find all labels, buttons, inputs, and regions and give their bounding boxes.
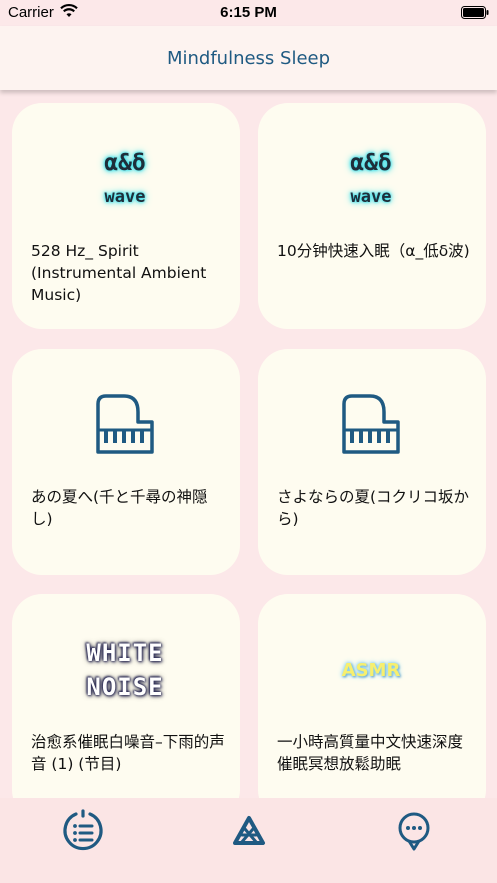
thumb-title: α&δ <box>350 150 392 176</box>
track-card[interactable]: あの夏へ(千と千尋の神隠し) <box>12 349 240 575</box>
triangle-logo-icon <box>233 816 265 845</box>
track-card[interactable]: WHITE NOISE 治愈系催眠白噪音–下雨的声音 (1) (节目) <box>12 594 240 798</box>
page-title: Mindfulness Sleep <box>166 47 331 69</box>
track-title: 一小時高質量中文快速深度催眠冥想放鬆助眠 <box>277 733 464 773</box>
track-card[interactable]: ASMR 一小時高質量中文快速深度催眠冥想放鬆助眠 <box>258 594 486 798</box>
alpha-delta-wave-icon: α&δ wave <box>310 123 432 235</box>
chat-icon <box>398 812 430 851</box>
thumb-title: α&δ <box>104 150 146 176</box>
alpha-delta-wave-icon: α&δ wave <box>64 123 186 235</box>
piano-icon <box>342 394 400 454</box>
status-time: 6:15 PM <box>220 4 277 21</box>
track-grid: α&δ wave 528 Hz_ Spirit (Instrumental Am… <box>0 90 497 798</box>
thumb-subtitle: NOISE <box>86 673 164 701</box>
list-icon <box>63 809 103 851</box>
status-bar: Carrier 6:15 PM <box>0 0 497 26</box>
track-title: 治愈系催眠白噪音–下雨的声音 (1) (节目) <box>31 733 225 773</box>
navigation-bar: Mindfulness Sleep <box>0 26 497 90</box>
tab-messages[interactable] <box>391 808 437 854</box>
thumb-title: ASMR <box>341 659 401 681</box>
battery-icon <box>461 6 489 19</box>
track-card[interactable]: さよならの夏(コクリコ坂から) <box>258 349 486 575</box>
piano-icon <box>96 394 154 454</box>
track-title: 528 Hz_ Spirit (Instrumental Ambient Mus… <box>31 242 207 304</box>
white-noise-icon: WHITE NOISE <box>64 614 186 726</box>
thumb-title: WHITE <box>86 639 164 667</box>
tab-bar <box>0 798 497 883</box>
tab-list[interactable] <box>60 808 106 854</box>
track-card[interactable]: α&δ wave 10分钟快速入眠（α_低δ波) <box>258 103 486 329</box>
track-title: 10分钟快速入眠（α_低δ波) <box>277 242 470 260</box>
thumb-subtitle: wave <box>350 187 392 207</box>
track-card[interactable]: α&δ wave 528 Hz_ Spirit (Instrumental Am… <box>12 103 240 329</box>
thumb-subtitle: wave <box>104 187 146 207</box>
track-title: あの夏へ(千と千尋の神隠し) <box>31 488 208 528</box>
track-title: さよならの夏(コクリコ坂から) <box>277 488 470 528</box>
asmr-icon: ASMR <box>310 614 432 726</box>
tab-home[interactable] <box>226 808 272 854</box>
